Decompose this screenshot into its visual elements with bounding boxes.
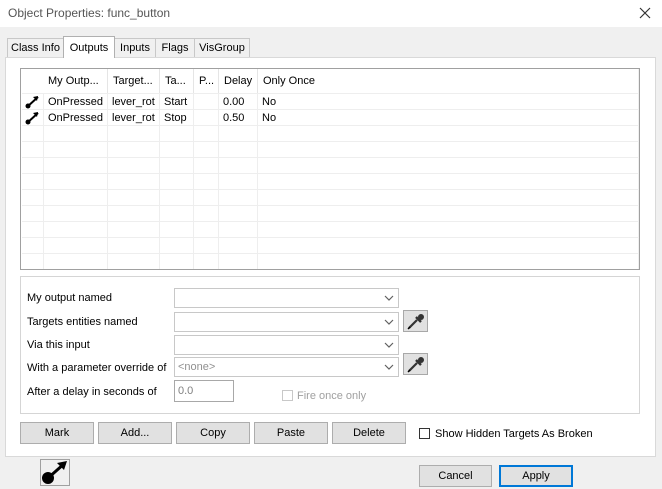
output-combo[interactable] xyxy=(174,288,399,308)
cell-output: OnPressed xyxy=(48,96,104,108)
cell-parameter xyxy=(193,94,218,110)
copy-button[interactable]: Copy xyxy=(176,422,250,444)
outputs-list[interactable]: My Outp... Target... Ta... P... Delay On… xyxy=(20,68,640,270)
delay-input[interactable]: 0.0 xyxy=(174,380,234,402)
grid-line xyxy=(22,141,638,142)
grid-line xyxy=(22,189,638,190)
button-label: Cancel xyxy=(438,470,473,482)
tab-label: Flags xyxy=(161,42,189,54)
grid-line xyxy=(22,157,638,158)
fire-once-label: Fire once only xyxy=(297,390,367,402)
grid-line xyxy=(22,221,638,222)
output-label: My output named xyxy=(27,292,112,304)
table-row[interactable]: OnPressed lever_rot Stop 0.50 No xyxy=(21,110,639,126)
button-label: Apply xyxy=(522,470,550,482)
tab-label: VisGroup xyxy=(199,42,245,54)
cell-target-input: Stop xyxy=(164,112,187,124)
close-icon xyxy=(639,7,651,19)
eyedropper-icon xyxy=(407,314,424,330)
input-combo[interactable] xyxy=(174,335,399,355)
cell-output: OnPressed xyxy=(48,112,104,124)
button-label: Mark xyxy=(44,427,70,439)
cell-target: lever_rot xyxy=(112,96,155,108)
show-hidden-label: Show Hidden Targets As Broken xyxy=(435,428,593,440)
apply-button[interactable]: Apply xyxy=(499,465,573,487)
grid-line xyxy=(22,205,638,206)
cell-only-once: No xyxy=(262,96,277,108)
fire-once-checkbox[interactable] xyxy=(282,390,293,401)
grid-line xyxy=(22,253,638,254)
tab-label: Inputs xyxy=(120,42,150,54)
close-button[interactable] xyxy=(630,2,660,24)
paste-button[interactable]: Paste xyxy=(254,422,328,444)
grid-line xyxy=(22,237,638,238)
tab-outputs[interactable]: Outputs xyxy=(63,36,115,58)
tab-class-info[interactable]: Class Info xyxy=(7,38,64,57)
outputs-list-header: My Outp... Target... Ta... P... Delay On… xyxy=(21,69,639,93)
chevron-down-icon xyxy=(384,364,394,370)
cell-only-once: No xyxy=(262,112,277,124)
pick-parameter-button[interactable] xyxy=(403,353,428,375)
chevron-down-icon xyxy=(384,295,394,301)
show-hidden-checkbox[interactable] xyxy=(419,428,430,439)
column-header-my-output[interactable]: My Outp... xyxy=(43,69,108,93)
parameter-label: With a parameter override of xyxy=(27,362,167,374)
tab-strip: Class Info Outputs Inputs Flags VisGroup xyxy=(0,36,662,58)
tab-label: Class Info xyxy=(11,42,60,54)
input-label: Via this input xyxy=(27,339,90,351)
tab-inputs[interactable]: Inputs xyxy=(114,38,156,57)
output-connection-icon xyxy=(40,459,70,486)
cancel-button[interactable]: Cancel xyxy=(419,465,492,487)
delay-label: After a delay in seconds of xyxy=(27,386,157,398)
button-label: Paste xyxy=(276,427,306,439)
column-header-only-once[interactable]: Only Once xyxy=(258,69,638,93)
button-label: Delete xyxy=(353,427,385,439)
target-combo[interactable] xyxy=(174,312,399,332)
list-scroll-gutter xyxy=(638,69,639,269)
output-connection-icon xyxy=(25,112,39,125)
chevron-down-icon xyxy=(384,342,394,348)
cell-delay: 0.50 xyxy=(223,112,245,124)
delete-button[interactable]: Delete xyxy=(332,422,406,444)
cell-target: lever_rot xyxy=(112,112,155,124)
chevron-down-icon xyxy=(384,319,394,325)
tab-visgroup[interactable]: VisGroup xyxy=(194,38,250,57)
grid-line xyxy=(22,173,638,174)
parameter-combo[interactable]: <none> xyxy=(174,357,399,377)
cell-delay: 0.00 xyxy=(223,96,245,108)
output-connection-icon xyxy=(25,96,39,109)
column-header-parameter[interactable]: P... xyxy=(194,69,219,93)
window-title: Object Properties: func_button xyxy=(8,6,171,20)
tab-label: Outputs xyxy=(69,41,109,54)
table-row[interactable]: OnPressed lever_rot Start 0.00 No xyxy=(21,94,639,110)
title-bar: Object Properties: func_button xyxy=(0,0,662,27)
pick-target-button[interactable] xyxy=(403,310,428,332)
mark-button[interactable]: Mark xyxy=(20,422,94,444)
add-button[interactable]: Add... xyxy=(98,422,172,444)
column-header-target-input[interactable]: Ta... xyxy=(160,69,194,93)
tab-flags[interactable]: Flags xyxy=(155,38,195,57)
parameter-combo-value: <none> xyxy=(178,361,216,373)
cell-target-input: Start xyxy=(164,96,188,108)
button-label: Copy xyxy=(200,427,226,439)
column-header-target[interactable]: Target... xyxy=(108,69,160,93)
column-header-delay[interactable]: Delay xyxy=(219,69,258,93)
target-label: Targets entities named xyxy=(27,316,138,328)
eyedropper-icon xyxy=(407,357,424,373)
button-label: Add... xyxy=(120,427,150,439)
cell-parameter xyxy=(193,110,218,126)
